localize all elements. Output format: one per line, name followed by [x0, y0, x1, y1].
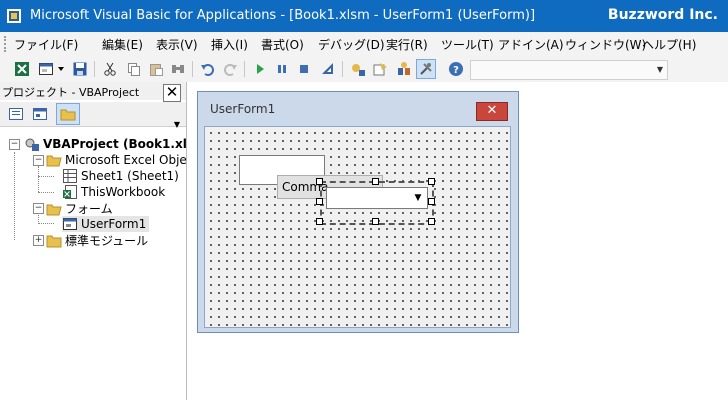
resize-handle[interactable] [428, 198, 435, 205]
workbook-icon [63, 185, 77, 199]
menu-format[interactable]: 書式(O) [261, 36, 304, 53]
toolbox-icon[interactable] [416, 59, 436, 79]
tree-item-vbaproject[interactable]: VBAProject (Book1.xls [24, 136, 194, 152]
sheet-icon [63, 169, 77, 183]
project-explorer-pane: プロジェクト - VBAProject ✕ ▼ − VBAProject (Bo… [0, 82, 198, 400]
project-explorer-icon[interactable] [348, 59, 368, 79]
menu-addins[interactable]: アドイン(A) [498, 36, 564, 53]
paste-icon[interactable] [146, 59, 166, 79]
cut-icon[interactable] [100, 59, 120, 79]
userform-caption: UserForm1 [210, 102, 276, 116]
menu-window[interactable]: ウィンドウ(W) [565, 36, 646, 53]
collapse-icon[interactable]: − [33, 155, 44, 166]
tree-label-sheet1: Sheet1 (Sheet1) [81, 169, 179, 183]
resize-handle[interactable] [372, 218, 379, 225]
tree-connector [14, 152, 15, 240]
menu-tools[interactable]: ツール(T) [441, 36, 494, 53]
view-object-icon[interactable] [30, 104, 50, 124]
menu-edit[interactable]: 編集(E) [102, 36, 143, 53]
tree-item-forms[interactable]: フォーム [46, 200, 113, 217]
resize-handle[interactable] [372, 178, 379, 185]
break-icon[interactable] [272, 59, 292, 79]
resize-handle[interactable] [428, 178, 435, 185]
menu-help[interactable]: ヘルプ(H) [642, 36, 696, 53]
tree-label-modules: 標準モジュール [65, 234, 149, 248]
tree-label-userform1: UserForm1 [81, 217, 147, 231]
design-mode-icon[interactable] [318, 59, 338, 79]
procedure-combo[interactable]: ▼ [470, 60, 668, 80]
properties-icon[interactable] [370, 59, 390, 79]
save-icon[interactable] [70, 59, 90, 79]
brand-label: Buzzword Inc. [607, 7, 718, 23]
chevron-down-icon[interactable]: ▼ [655, 61, 665, 79]
expand-icon[interactable]: + [33, 235, 44, 246]
excel-icon[interactable] [12, 59, 32, 79]
dropdown-arrow-icon[interactable] [56, 59, 66, 79]
copy-icon[interactable] [124, 59, 144, 79]
toolbar-separator [342, 61, 343, 77]
menu-run[interactable]: 実行(R) [386, 36, 428, 53]
tree-item-excel-objects[interactable]: Microsoft Excel Object [46, 152, 198, 168]
resize-handle[interactable] [428, 218, 435, 225]
run-icon[interactable] [250, 59, 270, 79]
menubar-grip [4, 36, 9, 52]
collapse-icon[interactable]: − [9, 139, 20, 150]
view-code-icon[interactable] [6, 104, 26, 124]
tree-connector [38, 192, 54, 193]
insert-userform-icon[interactable] [36, 59, 56, 79]
chevron-down-icon[interactable]: ▼ [170, 120, 184, 130]
undo-icon[interactable] [198, 59, 218, 79]
project-pane-toolbar: ▼ [0, 102, 186, 130]
resize-handle[interactable] [316, 218, 323, 225]
find-icon[interactable] [168, 59, 188, 79]
object-browser-icon[interactable] [394, 59, 414, 79]
combobox-control[interactable]: ▼ [326, 187, 428, 209]
vbaproject-icon [25, 138, 39, 151]
vba-app-icon [7, 9, 21, 23]
userform-icon [63, 218, 77, 230]
tree-item-userform1[interactable]: UserForm1 [62, 216, 150, 232]
tree-item-modules[interactable]: 標準モジュール [46, 232, 148, 249]
reset-icon[interactable] [294, 59, 314, 79]
resize-handle[interactable] [316, 178, 323, 185]
userform-canvas[interactable]: Comma ▼ [204, 126, 511, 328]
toggle-folders-icon[interactable] [56, 103, 80, 125]
userform-designer-window[interactable]: UserForm1 ✕ Comma ▼ [197, 91, 519, 333]
resize-handle[interactable] [316, 198, 323, 205]
tree-label-vbaproject: VBAProject (Book1.xls [43, 137, 194, 151]
project-pane-title: プロジェクト - VBAProject [2, 86, 140, 99]
tree-item-sheet1[interactable]: Sheet1 (Sheet1) [62, 168, 179, 184]
toolbar-separator [244, 61, 245, 77]
window-title: Microsoft Visual Basic for Applications … [30, 8, 536, 23]
menu-insert[interactable]: 挿入(I) [211, 36, 248, 53]
chevron-down-icon[interactable]: ▼ [411, 188, 425, 208]
tree-item-thisworkbook[interactable]: ThisWorkbook [62, 184, 165, 200]
menu-bar: ファイル(F) 編集(E) 表示(V) 挿入(I) 書式(O) デバッグ(D) … [0, 32, 728, 56]
toolbar-separator [192, 61, 193, 77]
redo-icon[interactable] [220, 59, 240, 79]
folder-open-icon [46, 204, 62, 215]
collapse-icon[interactable]: − [33, 203, 44, 214]
title-bar: Microsoft Visual Basic for Applications … [0, 0, 728, 32]
project-pane-header: プロジェクト - VBAProject ✕ [0, 82, 186, 102]
folder-closed-icon [46, 235, 62, 247]
menu-debug[interactable]: デバッグ(D) [318, 36, 385, 53]
svg-text:?: ? [453, 65, 459, 76]
tree-label-thisworkbook: ThisWorkbook [81, 185, 166, 199]
close-icon[interactable]: ✕ [163, 84, 181, 102]
close-icon[interactable]: ✕ [476, 102, 508, 121]
menu-view[interactable]: 表示(V) [156, 36, 198, 53]
tree-connector [38, 223, 54, 224]
tree-connector [38, 166, 39, 192]
tree-label-forms: フォーム [65, 202, 113, 216]
folder-open-icon [46, 155, 62, 167]
toolbar-separator [94, 61, 95, 77]
tree-label-excel-objects: Microsoft Excel Object [65, 153, 199, 167]
menu-file[interactable]: ファイル(F) [14, 36, 78, 53]
standard-toolbar: ? ▼ [0, 56, 728, 83]
help-icon[interactable]: ? [446, 59, 466, 79]
tree-connector [38, 176, 54, 177]
